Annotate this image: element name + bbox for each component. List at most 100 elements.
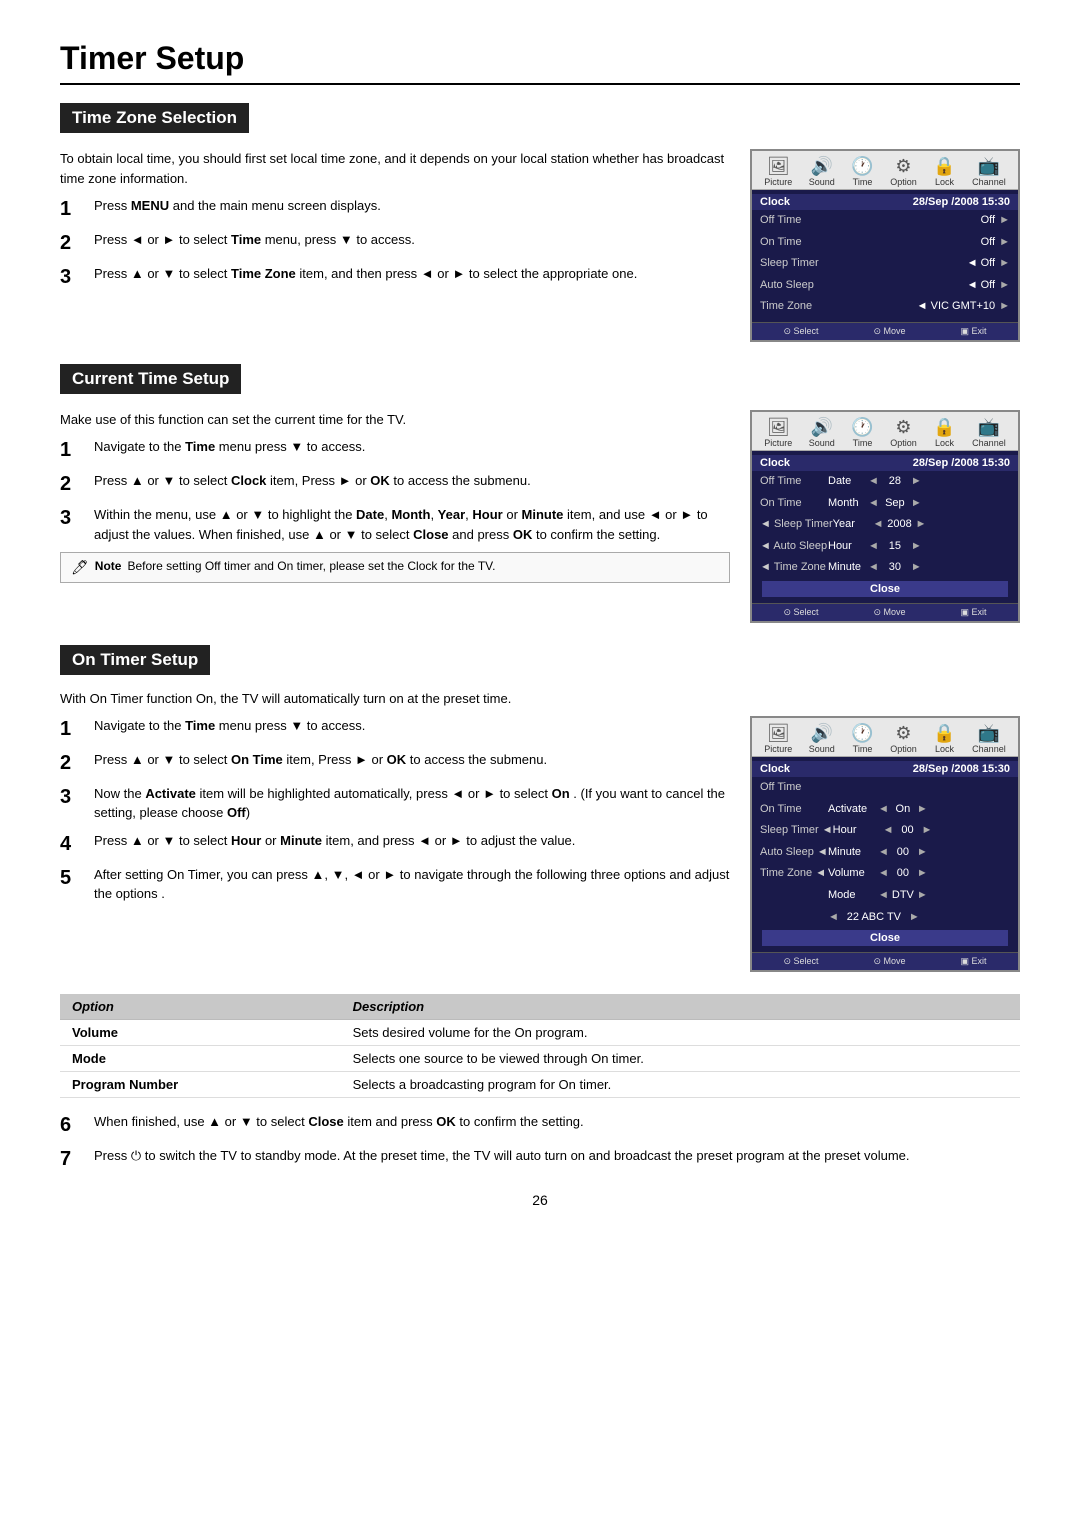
tv-footer: ⊙ Select ⊙ Move ▣ Exit xyxy=(752,322,1018,340)
tv-menu-row: Auto Sleep ◄ Minute ◄ 00 ► xyxy=(752,842,1018,864)
time-zone-content: To obtain local time, you should first s… xyxy=(60,149,730,342)
on-timer-content: 1 Navigate to the Time menu press ▼ to a… xyxy=(60,716,730,972)
time-zone-intro: To obtain local time, you should first s… xyxy=(60,149,730,188)
tv-footer-item: ▣ Exit xyxy=(961,956,987,967)
step-number: 3 xyxy=(60,784,88,810)
option-table: Option Description Volume Sets desired v… xyxy=(60,994,1020,1098)
tv-icon-channel: 📺 Channel xyxy=(972,156,1006,187)
tv-footer-item: ⊙ Move xyxy=(873,607,905,618)
step-item: 6 When finished, use ▲ or ▼ to select Cl… xyxy=(60,1112,1020,1138)
step-content: Press ▲ or ▼ to select Clock item, Press… xyxy=(94,471,730,491)
page-title: Timer Setup xyxy=(60,40,1020,85)
tv-close-btn: Close xyxy=(762,930,1008,946)
page-number: 26 xyxy=(60,1192,1020,1208)
tv-footer: ⊙ Select ⊙ Move ▣ Exit xyxy=(752,952,1018,970)
tv-icon-time: 🕐 Time xyxy=(851,417,873,448)
step-number: 3 xyxy=(60,505,88,531)
on-timer-section: On Timer Setup With On Timer function On… xyxy=(60,645,1020,1172)
step-item: 5 After setting On Timer, you can press … xyxy=(60,865,730,904)
tv-footer-item: ▣ Exit xyxy=(961,607,987,618)
tv-menu-row: Off Time xyxy=(752,777,1018,799)
step-item: 2 Press ▲ or ▼ to select On Time item, P… xyxy=(60,750,730,776)
option-cell: Mode xyxy=(60,1046,341,1072)
tv-icon-picture: 🖼 Picture xyxy=(764,156,792,187)
time-zone-title: Time Zone Selection xyxy=(60,103,249,133)
step-content: Within the menu, use ▲ or ▼ to highlight… xyxy=(94,505,730,544)
tv-menu-row: Off Time Off ► xyxy=(752,210,1018,232)
step-item: 3 Now the Activate item will be highligh… xyxy=(60,784,730,823)
step-number: 2 xyxy=(60,750,88,776)
step-item: 2 Press ▲ or ▼ to select Clock item, Pre… xyxy=(60,471,730,497)
tv-clock-row: Clock 28/Sep /2008 15:30 xyxy=(752,194,1018,210)
tv-icon-lock: 🔒 Lock xyxy=(933,723,955,754)
step-item: 1 Press MENU and the main menu screen di… xyxy=(60,196,730,222)
table-row: Program Number Selects a broadcasting pr… xyxy=(60,1072,1020,1098)
step-content: Now the Activate item will be highlighte… xyxy=(94,784,730,823)
step-content: Press ⏻ to switch the TV to standby mode… xyxy=(94,1146,1020,1166)
step-content: Press ▲ or ▼ to select Hour or Minute it… xyxy=(94,831,730,851)
step-content: Navigate to the Time menu press ▼ to acc… xyxy=(94,437,730,457)
tv-icon-sound: 🔊 Sound xyxy=(809,723,835,754)
step-item: 3 Press ▲ or ▼ to select Time Zone item,… xyxy=(60,264,730,290)
tv-icon-option: ⚙ Option xyxy=(890,723,917,754)
tv-icon-time: 🕐 Time xyxy=(851,156,873,187)
step-content: Navigate to the Time menu press ▼ to acc… xyxy=(94,716,730,736)
option-col-header: Option xyxy=(60,994,341,1020)
tv-icon-lock: 🔒 Lock xyxy=(933,417,955,448)
note-text: Before setting Off timer and On timer, p… xyxy=(127,559,495,573)
step-content: Press MENU and the main menu screen disp… xyxy=(94,196,730,216)
on-timer-title: On Timer Setup xyxy=(60,645,210,675)
tv-footer-item: ▣ Exit xyxy=(961,326,987,337)
time-zone-screen: 🖼 Picture 🔊 Sound 🕐 Time ⚙ Option 🔒 Lock… xyxy=(750,149,1020,342)
on-timer-screen: 🖼 Picture 🔊 Sound 🕐 Time ⚙ Option 🔒 Lock… xyxy=(750,716,1020,972)
tv-icon-option: ⚙ Option xyxy=(890,417,917,448)
on-timer-intro: With On Timer function On, the TV will a… xyxy=(60,691,1020,706)
tv-icon-picture: 🖼 Picture xyxy=(764,417,792,448)
description-cell: Sets desired volume for the On program. xyxy=(341,1020,1020,1046)
table-row: Volume Sets desired volume for the On pr… xyxy=(60,1020,1020,1046)
tv-menu-row: Sleep Timer ◄ Hour ◄ 00 ► xyxy=(752,820,1018,842)
tv-clock-row: Clock 28/Sep /2008 15:30 xyxy=(752,761,1018,777)
current-time-intro: Make use of this function can set the cu… xyxy=(60,410,730,430)
step-item: 7 Press ⏻ to switch the TV to standby mo… xyxy=(60,1146,1020,1172)
step-number: 7 xyxy=(60,1146,88,1172)
step-number: 4 xyxy=(60,831,88,857)
step-content: Press ▲ or ▼ to select Time Zone item, a… xyxy=(94,264,730,284)
tv-menu-row: Mode ◄ DTV ► xyxy=(752,885,1018,907)
tv-icon-option: ⚙ Option xyxy=(890,156,917,187)
time-zone-section: Time Zone Selection To obtain local time… xyxy=(60,103,1020,342)
step-content: Press ▲ or ▼ to select On Time item, Pre… xyxy=(94,750,730,770)
tv-icon-sound: 🔊 Sound xyxy=(809,156,835,187)
tv-menu-row: On Time Off ► xyxy=(752,232,1018,254)
tv-menu-row: ◄ 22 ABC TV ► xyxy=(752,907,1018,929)
step-number: 5 xyxy=(60,865,88,891)
table-row: Mode Selects one source to be viewed thr… xyxy=(60,1046,1020,1072)
step-content: When finished, use ▲ or ▼ to select Clos… xyxy=(94,1112,1020,1132)
current-time-content: Make use of this function can set the cu… xyxy=(60,410,730,623)
tv-footer-item: ⊙ Select xyxy=(783,607,818,618)
note-label: Note xyxy=(95,559,122,573)
step-item: 1 Navigate to the Time menu press ▼ to a… xyxy=(60,716,730,742)
tv-footer-item: ⊙ Select xyxy=(783,956,818,967)
tv-menu-row: Sleep Timer ◄ Off ► xyxy=(752,253,1018,275)
step-number: 1 xyxy=(60,196,88,222)
tv-menu-row: On Time Activate ◄ On ► xyxy=(752,799,1018,821)
step-number: 6 xyxy=(60,1112,88,1138)
tv-icon-picture: 🖼 Picture xyxy=(764,723,792,754)
step-content: Press ◄ or ► to select Time menu, press … xyxy=(94,230,730,250)
step-content: After setting On Timer, you can press ▲,… xyxy=(94,865,730,904)
tv-menu-row: ◄ Time ZoneMinute ◄ 30 ► xyxy=(752,557,1018,579)
tv-icon-channel: 📺 Channel xyxy=(972,723,1006,754)
current-time-screen: 🖼 Picture 🔊 Sound 🕐 Time ⚙ Option 🔒 Lock… xyxy=(750,410,1020,623)
tv-menu-row: Time Zone ◄ Volume ◄ 00 ► xyxy=(752,863,1018,885)
tv-footer-item: ⊙ Move xyxy=(873,326,905,337)
tv-footer-item: ⊙ Select xyxy=(783,326,818,337)
tv-menu-row: Time Zone ◄ VIC GMT+10 ► xyxy=(752,296,1018,318)
tv-menu-row: ◄ Sleep TimerYear ◄ 2008 ► xyxy=(752,514,1018,536)
option-cell: Volume xyxy=(60,1020,341,1046)
tv-close-btn: Close xyxy=(762,581,1008,597)
tv-menu-row: On TimeMonth ◄ Sep ► xyxy=(752,493,1018,515)
description-col-header: Description xyxy=(341,994,1020,1020)
step-item: 2 Press ◄ or ► to select Time menu, pres… xyxy=(60,230,730,256)
tv-footer-item: ⊙ Move xyxy=(873,956,905,967)
